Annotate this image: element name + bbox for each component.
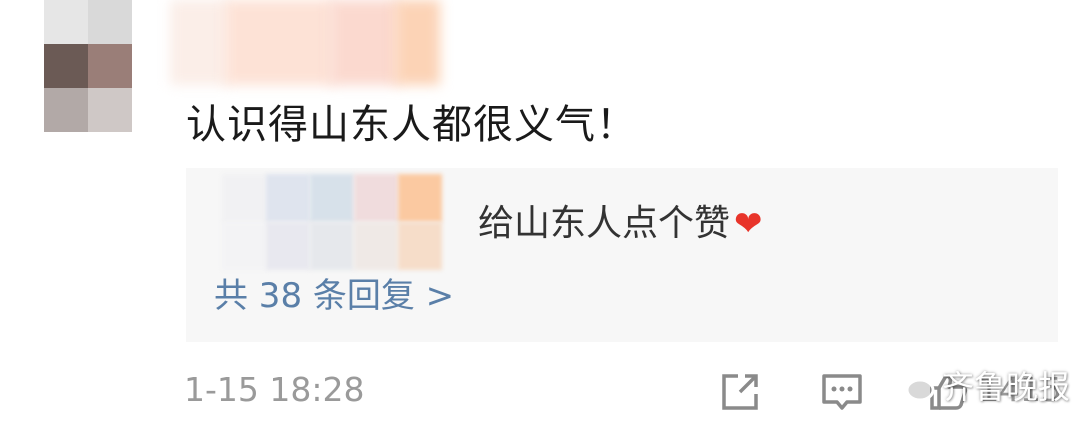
watermark-text: 齐鲁晚报 [942, 368, 1071, 406]
view-more-replies-link[interactable]: 共 38 条回复 > [214, 268, 454, 317]
blur-block [222, 222, 266, 270]
blur-block [266, 174, 310, 222]
blur-block [354, 174, 398, 222]
avatar-pixel [44, 44, 88, 88]
avatar-pixel [88, 44, 132, 88]
avatar-pixel [44, 88, 88, 132]
blur-block [170, 0, 230, 85]
blur-block [225, 0, 335, 85]
blur-block [310, 222, 354, 270]
heart-emoji: ❤ [734, 204, 763, 244]
avatar[interactable] [44, 0, 132, 132]
wechat-icon [891, 368, 935, 402]
avatar-pixel [88, 88, 132, 132]
blur-block [398, 174, 442, 222]
reply-text: 给山东人点个赞 ❤ [478, 194, 763, 246]
reply-username-blurred[interactable] [222, 174, 442, 274]
comment-icon [822, 374, 862, 410]
share-icon [722, 374, 758, 410]
blur-block [395, 0, 440, 85]
blur-block [398, 222, 442, 270]
watermark: 齐鲁晚报 [890, 360, 1070, 410]
reply-text-content: 给山东人点个赞 [478, 203, 731, 244]
comment-timestamp: 1-15 18:28 [184, 370, 365, 409]
blur-block [310, 174, 354, 222]
reply-button[interactable] [820, 370, 864, 414]
username-blurred[interactable] [170, 0, 470, 85]
blur-block [330, 0, 400, 85]
blur-block [222, 174, 266, 222]
avatar-pixel [88, 0, 132, 44]
reply-thread[interactable]: 给山东人点个赞 ❤ 共 38 条回复 > [186, 168, 1058, 342]
comment-text: 认识得山东人都很义气！ [186, 102, 637, 148]
blur-block [266, 222, 310, 270]
share-button[interactable] [718, 370, 762, 414]
blur-block [354, 222, 398, 270]
avatar-pixel [44, 0, 88, 44]
